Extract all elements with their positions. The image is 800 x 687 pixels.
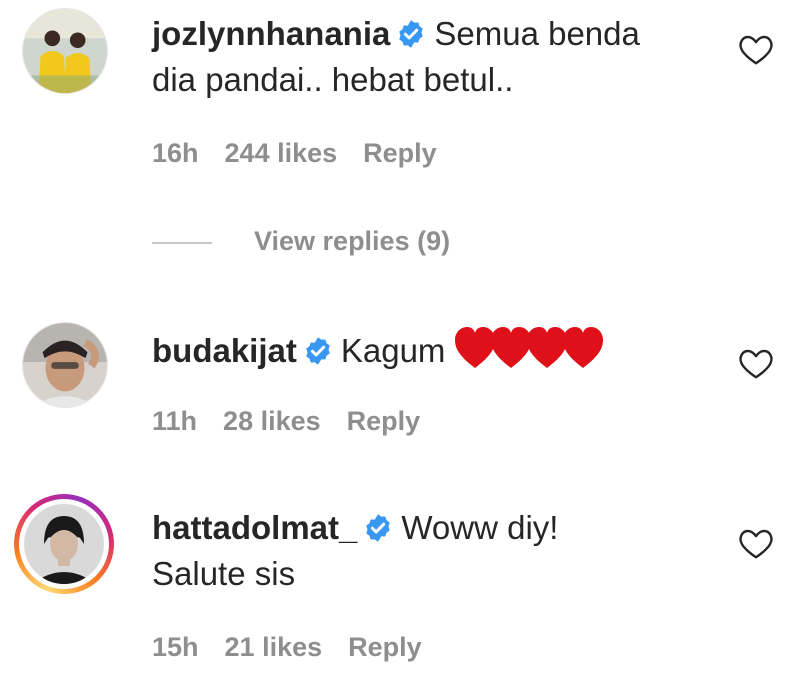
comment-likes[interactable]: 28 likes	[223, 406, 321, 436]
red-heart-emoji-icon	[455, 326, 605, 370]
view-replies-button[interactable]: View replies (9)	[152, 226, 450, 257]
comment-text: Kagum	[340, 332, 446, 369]
comment-likes[interactable]: 244 likes	[225, 138, 338, 168]
view-replies-divider	[152, 241, 212, 244]
comment-username[interactable]: hattadolmat_	[152, 509, 357, 546]
heart-outline-icon[interactable]	[738, 526, 774, 560]
comment-meta: 11h 28 likes Reply	[152, 406, 446, 437]
heart-outline-icon[interactable]	[738, 346, 774, 380]
verified-badge-icon	[363, 513, 393, 543]
comment-text: Woww diy!	[401, 509, 559, 546]
view-replies-label: View replies (9)	[254, 226, 451, 256]
avatar-ring-gap	[19, 499, 109, 589]
comment-text-block: jozlynnhanania Semua benda dia pandai.. h…	[152, 11, 712, 103]
comment-text: Semua benda	[434, 15, 640, 52]
comment-meta: 15h 21 likes Reply	[152, 632, 448, 663]
avatar-image	[24, 504, 104, 584]
comment-likes[interactable]: 21 likes	[225, 632, 323, 662]
comment-text-continued: dia pandai.. hebat betul..	[152, 61, 514, 98]
comment-meta: 16h 244 likes Reply	[152, 138, 463, 169]
reply-button[interactable]: Reply	[347, 406, 421, 436]
verified-badge-icon	[303, 336, 333, 366]
comment-time: 15h	[152, 632, 199, 662]
user-avatar-story-ring[interactable]	[14, 494, 114, 594]
comment-time: 16h	[152, 138, 199, 168]
reply-button[interactable]: Reply	[348, 632, 422, 662]
comment-username[interactable]: budakijat	[152, 332, 297, 369]
verified-badge-icon	[396, 19, 426, 49]
user-avatar[interactable]	[22, 8, 108, 94]
avatar-image	[23, 323, 107, 407]
comment-text-block: budakijat Kagum	[152, 326, 712, 374]
heart-outline-icon[interactable]	[738, 32, 774, 66]
comment-text-block: hattadolmat_ Woww diy! Salute sis	[152, 505, 712, 597]
reply-button[interactable]: Reply	[363, 138, 437, 168]
comment-text-continued: Salute sis	[152, 555, 296, 592]
comment-time: 11h	[152, 406, 198, 436]
user-avatar[interactable]	[22, 322, 108, 408]
comment-username[interactable]: jozlynnhanania	[152, 15, 390, 52]
avatar-image	[23, 9, 107, 93]
